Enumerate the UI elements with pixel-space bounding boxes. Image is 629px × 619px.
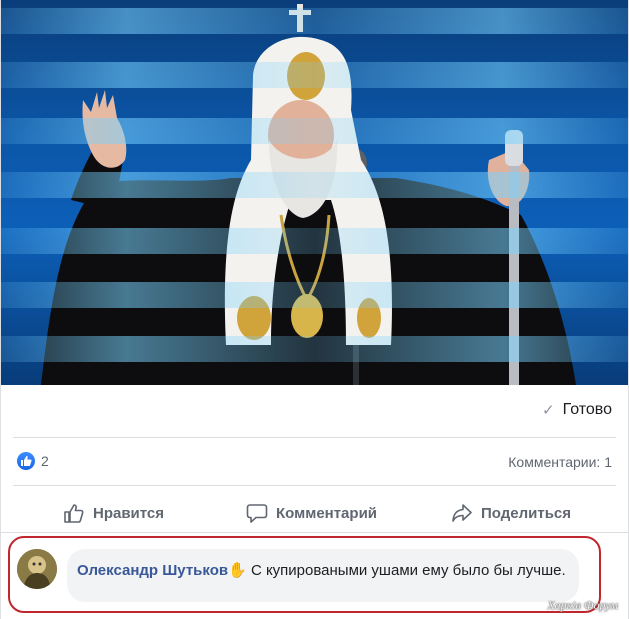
- thumbs-up-icon: [17, 452, 35, 470]
- comment-text-block: Олександр Шутьков✋ С купироваными ушами …: [77, 560, 569, 581]
- like-count: 2: [41, 453, 49, 469]
- comment-author[interactable]: Олександр Шутьков: [77, 562, 228, 579]
- action-bar: Нравится Комментарий Поделиться: [1, 498, 628, 528]
- comment-bubble-icon: [246, 504, 268, 523]
- thumbs-up-outline-icon: [64, 504, 84, 523]
- comment-button-label: Комментарий: [276, 504, 378, 522]
- like-button-label: Нравится: [93, 504, 165, 522]
- share-arrow-icon: [452, 504, 472, 522]
- divider: [1, 532, 628, 533]
- divider: [13, 437, 616, 438]
- watermark: Харків Форум: [547, 598, 618, 612]
- share-button-label: Поделиться: [481, 504, 572, 522]
- checkmark-icon: ✓: [542, 402, 555, 419]
- commenter-avatar[interactable]: [17, 549, 57, 589]
- waving-hand-icon: ✋: [228, 562, 247, 579]
- like-button[interactable]: Нравится: [63, 498, 164, 528]
- facebook-post: ✓ Готово 2 Комментарии: 1 Нравится Комме…: [0, 0, 629, 619]
- comment-text: С купироваными ушами ему было бы лучше.: [250, 562, 566, 579]
- post-photo[interactable]: [1, 0, 628, 385]
- divider: [13, 485, 616, 486]
- comments-count[interactable]: Комментарии: 1: [508, 454, 612, 470]
- comment-bubble: Олександр Шутьков✋ С купироваными ушами …: [67, 549, 579, 602]
- share-button[interactable]: Поделиться: [451, 498, 571, 528]
- reactions-summary[interactable]: 2: [17, 452, 49, 470]
- ready-status[interactable]: ✓ Готово: [542, 398, 612, 422]
- ready-label: Готово: [562, 401, 612, 418]
- comment-button[interactable]: Комментарий: [246, 498, 377, 528]
